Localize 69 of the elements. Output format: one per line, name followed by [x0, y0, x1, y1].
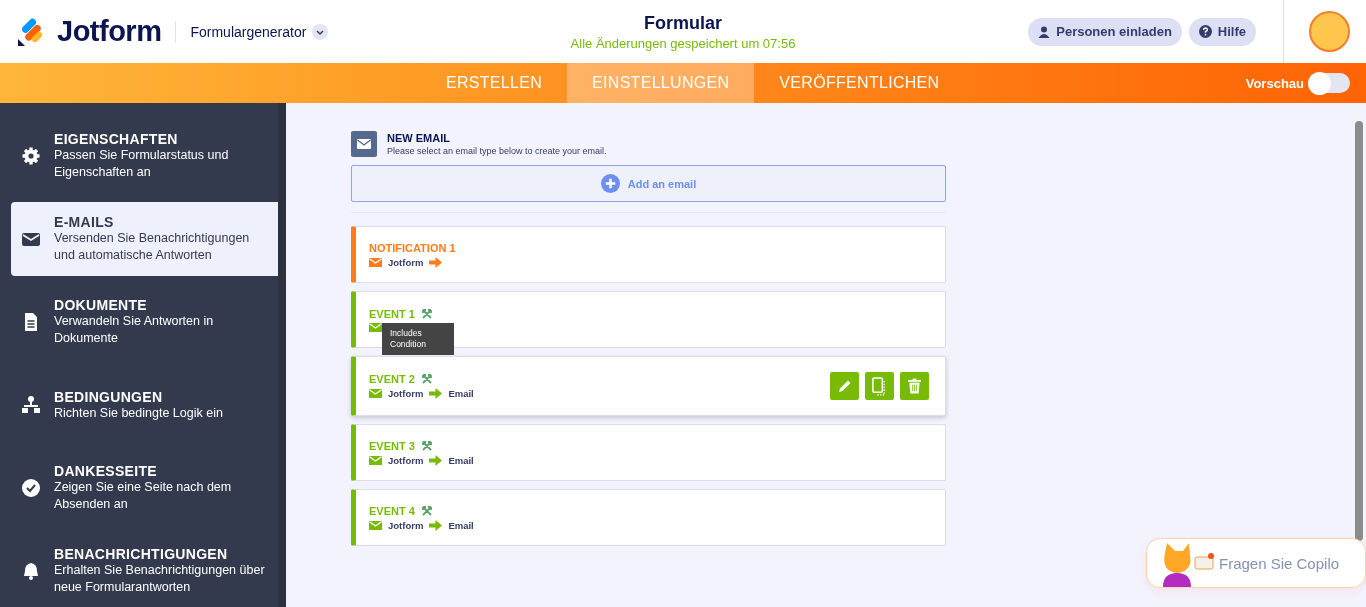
- sidebar-item-title: BEDINGUNGEN: [54, 388, 164, 405]
- invite-button[interactable]: Personen einladen: [1028, 17, 1182, 46]
- email-card[interactable]: EVENT 4 Jotform Email: [351, 489, 946, 546]
- email-card[interactable]: NOTIFICATION 1 Jotform: [351, 226, 946, 283]
- person-icon: [1038, 25, 1051, 38]
- sender-text: Jotform: [388, 256, 424, 268]
- email-card[interactable]: EVENT 3 Jotform Email: [351, 424, 946, 481]
- sidebar-item-title: BENACHRICHTIGUNGEN: [54, 546, 229, 562]
- recipient-text: Email: [448, 388, 474, 399]
- email-name: NOTIFICATION 1: [369, 241, 456, 254]
- envelope-icon: [369, 520, 382, 530]
- sidebar-item[interactable]: E-MAILS Versenden Sie Benachrichtigungen und automatische Antworten: [11, 202, 278, 276]
- arrow-icon: [429, 256, 443, 268]
- sidebar-item-title: E-MAILS: [54, 214, 115, 230]
- section-subtitle: Please select an email type below to create your email.: [387, 146, 607, 156]
- check-circle-icon: [21, 478, 41, 498]
- sender-text: Jotform: [388, 454, 424, 466]
- delete-button[interactable]: [900, 372, 929, 400]
- sidebar-item-description: Zeigen Sie eine Seite nach dem Absenden an: [54, 479, 233, 513]
- arrow-icon: [429, 388, 443, 399]
- email-name: EVENT 1: [369, 307, 415, 320]
- sidebar-item[interactable]: BEDINGUNGEN Richten Sie bedingte Logik ein: [11, 368, 278, 442]
- tooltip: Includes Condition: [382, 323, 454, 355]
- sidebar-item-description: Richten Sie bedingte Logik ein: [54, 404, 223, 422]
- hierarchy-icon: [21, 395, 41, 415]
- arrow-icon: [429, 454, 443, 466]
- sender-text: Jotform: [388, 519, 424, 531]
- sidebar-item[interactable]: DANKESSEITE Zeigen Sie eine Seite nach dem Absenden an: [11, 451, 278, 525]
- brand-name[interactable]: Jotform: [57, 15, 162, 48]
- sender-text: Jotform: [388, 388, 424, 399]
- form-title: Formular: [644, 12, 722, 34]
- arrow-icon: [429, 519, 443, 531]
- envelope-icon: [369, 257, 382, 267]
- chevron-icon: [312, 23, 329, 40]
- bell-icon: [21, 561, 41, 581]
- preview-toggle[interactable]: [1310, 73, 1350, 93]
- sidebar-item-title: DANKESSEITE: [54, 463, 158, 479]
- pencil-icon: [836, 378, 853, 394]
- sidebar-item[interactable]: EIGENSCHAFTEN Passen Sie Formularstatus und Eigenschaften an: [11, 119, 278, 193]
- envelope-icon: [369, 455, 382, 465]
- email-name: EVENT 2: [369, 373, 415, 385]
- preview-label: Vorschau: [1245, 75, 1304, 91]
- section-title: NEW EMAIL: [387, 132, 451, 144]
- save-status: Alle Änderungen gespeichert um 07:56: [570, 35, 796, 51]
- sidebar-item-description: Erhalten Sie Benachrichtigungen über neue Formularantworten: [54, 562, 266, 596]
- copy-icon: [872, 376, 887, 396]
- envelope-icon: [369, 389, 382, 398]
- edit-button[interactable]: [830, 372, 859, 400]
- help-button[interactable]: Hilfe: [1188, 17, 1256, 46]
- recipient-text: Email: [448, 519, 474, 531]
- builder-menu[interactable]: Formulargenerator: [190, 23, 329, 40]
- sidebar-item-title: DOKUMENTE: [54, 297, 148, 313]
- envelope-icon: [351, 131, 377, 157]
- avatar[interactable]: [1309, 11, 1350, 52]
- email-name: EVENT 4: [369, 504, 415, 517]
- envelope-icon: [369, 322, 382, 332]
- trash-icon: [908, 378, 921, 394]
- sidebar-item[interactable]: BENACHRICHTIGUNGEN Erhalten Sie Benachrichtigungen über neue Formularantworten: [11, 534, 278, 607]
- sidebar-item-description: Passen Sie Formularstatus und Eigenschaften an: [54, 147, 230, 181]
- gear-icon: [21, 146, 41, 166]
- email-name: EVENT 3: [369, 439, 415, 452]
- recipient-text: Email: [448, 454, 474, 466]
- sidebar-item-description: Verwandeln Sie Antworten in Dokumente: [54, 313, 215, 347]
- sidebar-item-title: EIGENSCHAFTEN: [54, 131, 179, 147]
- plus-circle-icon: [600, 174, 620, 193]
- help-icon: [1198, 25, 1212, 38]
- sidebar-item-description: Versenden Sie Benachrichtigungen und automatische Antworten: [54, 230, 251, 264]
- sidebar-item[interactable]: DOKUMENTE Verwandeln Sie Antworten in Dokumente: [11, 285, 278, 359]
- clone-button[interactable]: [865, 372, 894, 400]
